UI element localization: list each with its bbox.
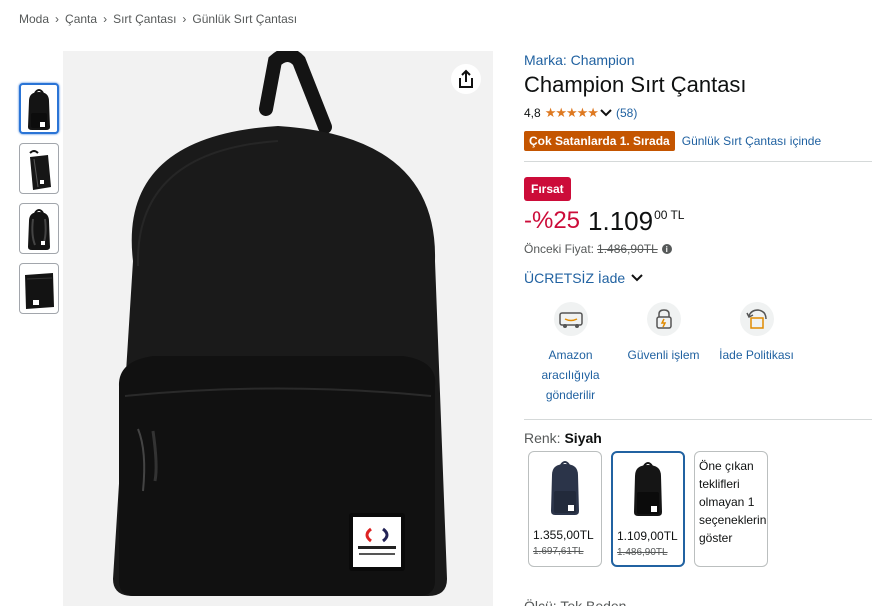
- color-label: Renk:: [524, 430, 561, 446]
- price-whole: 1.109: [588, 206, 654, 236]
- info-icon[interactable]: i: [661, 244, 672, 254]
- star-rating-icon[interactable]: ★★★★★: [545, 105, 599, 121]
- previous-price: 1.486,90TL: [597, 242, 658, 256]
- swatch-price: 1.109,00TL: [617, 529, 678, 543]
- thumbnail-side[interactable]: [19, 143, 59, 194]
- feature-label: Güvenli işlem: [627, 348, 700, 362]
- feature-list: Amazon aracılığıyla gönderilir Güvenli i…: [524, 302, 872, 405]
- swatch-navy[interactable]: 1.355,00TL 1.697,61TL: [528, 451, 602, 567]
- feature-amazon-shipping[interactable]: Amazon aracılığıyla gönderilir: [524, 302, 617, 405]
- discount-percent: -%25: [524, 207, 581, 234]
- backpack-back-image: [28, 208, 50, 250]
- divider: [524, 419, 872, 420]
- rating-row: 4,8 ★★★★★ (58): [524, 105, 872, 121]
- swatch-black[interactable]: 1.109,00TL 1.486,90TL: [611, 451, 685, 567]
- rating-value: 4,8: [524, 106, 541, 120]
- bestseller-category-link[interactable]: Günlük Sırt Çantası içinde: [682, 134, 821, 148]
- bestseller-badge[interactable]: Çok Satanlarda 1. Sırada: [524, 131, 675, 151]
- price-fraction: 00: [654, 208, 668, 222]
- swatch-old-price: 1.697,61TL: [533, 546, 584, 557]
- bestseller-row: Çok Satanlarda 1. Sırada Günlük Sırt Çan…: [524, 131, 872, 151]
- deal-badge: Fırsat: [524, 177, 571, 201]
- feature-secure-transaction[interactable]: Güvenli işlem: [617, 302, 710, 405]
- brand-link[interactable]: Marka: Champion: [524, 52, 872, 68]
- divider: [524, 161, 872, 162]
- feature-label: İade Politikası: [719, 348, 794, 362]
- size-row: Ölçü: Tek Beden: [524, 598, 627, 606]
- free-return-label: ÜCRETSİZ İade: [524, 270, 626, 286]
- color-selection-label: Renk: Siyah: [524, 430, 872, 446]
- product-main-image[interactable]: [63, 48, 493, 606]
- other-offers-button[interactable]: Öne çıkan teklifleri olmayan 1 seçenekle…: [694, 451, 768, 567]
- breadcrumb: Moda › Çanta › Sırt Çantası › Günlük Sır…: [19, 12, 297, 26]
- backpack-flat-image: [25, 272, 54, 309]
- delivery-truck-icon: [553, 302, 588, 336]
- review-count-link[interactable]: (58): [616, 106, 637, 120]
- swatch-image: [529, 452, 601, 522]
- backpack-side-image: [29, 149, 51, 190]
- secure-lock-icon: [646, 302, 681, 336]
- breadcrumb-item-sirt-cantasi[interactable]: Sırt Çantası: [113, 12, 176, 26]
- swatch-image: [613, 453, 683, 523]
- color-value: Siyah: [564, 430, 602, 446]
- feature-return-policy[interactable]: İade Politikası: [710, 302, 803, 405]
- price-currency: TL: [670, 208, 685, 222]
- product-title: Champion Sırt Çantası: [524, 72, 747, 97]
- chevron-down-icon: [631, 274, 643, 282]
- thumbnail-front[interactable]: [19, 83, 59, 134]
- share-button[interactable]: [451, 64, 481, 94]
- previous-price-label: Önceki Fiyat:: [524, 242, 595, 256]
- color-swatches: 1.355,00TL 1.697,61TL 1.109,00TL 1.486,9…: [528, 451, 872, 567]
- swatch-old-price: 1.486,90TL: [617, 547, 668, 558]
- backpack-black-image: [634, 462, 662, 516]
- breadcrumb-item-gunluk-sirt-cantasi[interactable]: Günlük Sırt Çantası: [192, 12, 297, 26]
- chevron-down-icon[interactable]: [600, 109, 612, 117]
- breadcrumb-item-canta[interactable]: Çanta: [65, 12, 97, 26]
- thumbnail-flat[interactable]: [19, 263, 59, 314]
- backpack-front-image: [28, 88, 50, 130]
- breadcrumb-separator: ›: [182, 12, 187, 26]
- breadcrumb-separator: ›: [103, 12, 108, 26]
- previous-price-row: Önceki Fiyat: 1.486,90TL i: [524, 242, 872, 256]
- share-icon: [459, 69, 473, 88]
- backpack-navy-image: [551, 461, 579, 515]
- breadcrumb-separator: ›: [55, 12, 60, 26]
- thumbnail-list: [19, 83, 59, 323]
- thumbnail-back[interactable]: [19, 203, 59, 254]
- breadcrumb-item-moda[interactable]: Moda: [19, 12, 49, 26]
- feature-label: Amazon aracılığıyla gönderilir: [541, 348, 600, 402]
- price-row: -%25 1.109 00 TL: [524, 207, 872, 235]
- return-policy-icon: [739, 302, 774, 336]
- free-return-dropdown[interactable]: ÜCRETSİZ İade: [524, 270, 872, 286]
- product-info: Marka: Champion Champion Sırt Çantası 4,…: [524, 52, 872, 567]
- backpack-image: [113, 48, 447, 596]
- swatch-price: 1.355,00TL: [533, 528, 594, 542]
